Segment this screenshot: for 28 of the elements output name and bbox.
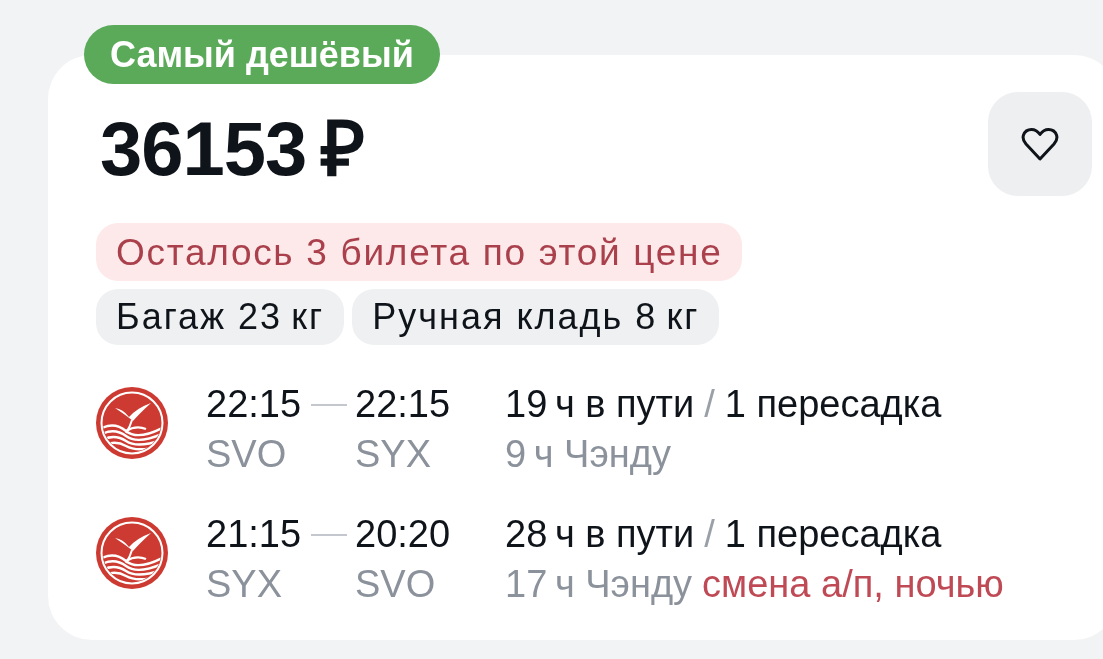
stops-text: 1 пересадка — [724, 512, 942, 557]
departure-time: 22:15 — [206, 382, 302, 427]
departure-time: 21:15 — [206, 512, 302, 557]
arrival-time: 20:20 — [355, 512, 451, 557]
cheapest-badge: Самый дешёвый — [84, 25, 440, 84]
departure-airport: SVO — [206, 432, 287, 477]
duration-text: 19 ч в пути — [505, 382, 695, 427]
heart-icon — [1021, 127, 1059, 161]
duration-text: 28 ч в пути — [505, 512, 695, 557]
warning-text: смена а/п, ночью — [702, 562, 1004, 607]
separator-text: / — [704, 512, 715, 557]
layover-text: 17 ч Чэнду — [505, 562, 693, 607]
favorite-button[interactable] — [988, 92, 1092, 196]
layover-text: 9 ч Чэнду — [505, 432, 671, 477]
arrival-time: 22:15 — [355, 382, 451, 427]
baggage-tag: Ручная кладь 8 кг — [352, 289, 720, 345]
connector-line — [311, 534, 347, 536]
stops-text: 1 пересадка — [724, 382, 942, 427]
availability-notice: Осталось 3 билета по этой цене — [96, 223, 743, 281]
arrival-airport: SYX — [355, 432, 432, 477]
arrival-airport: SVO — [355, 562, 436, 607]
seagull-logo-icon — [96, 387, 168, 459]
separator-text: / — [704, 382, 715, 427]
connector-line — [311, 404, 347, 406]
baggage-tag: Багаж 23 кг — [96, 289, 345, 345]
price-text: 36153 ₽ — [100, 111, 364, 187]
seagull-logo-icon — [96, 517, 168, 589]
departure-airport: SYX — [206, 562, 283, 607]
